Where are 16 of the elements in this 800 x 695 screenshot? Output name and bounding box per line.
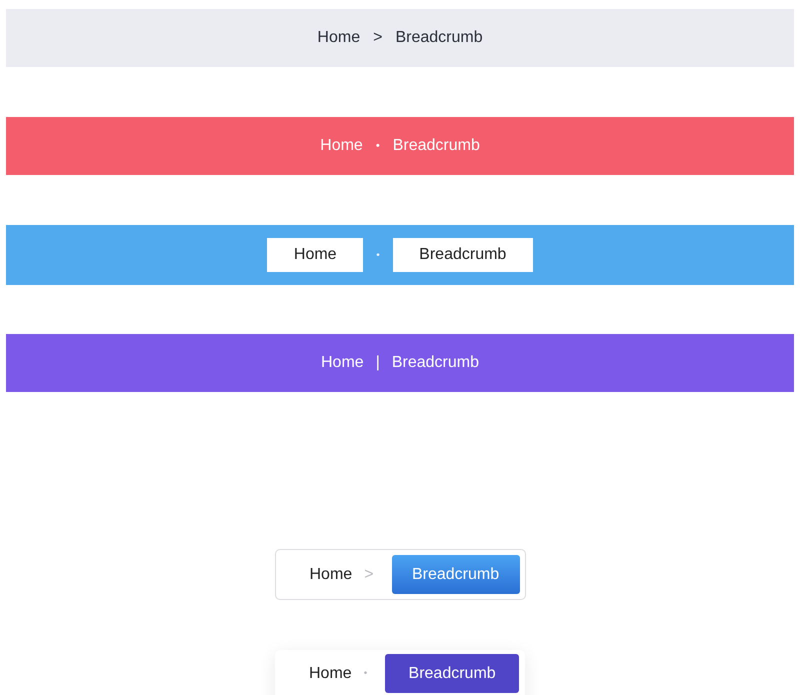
breadcrumb-separator: • — [376, 248, 380, 262]
breadcrumb-link[interactable]: Breadcrumb — [392, 351, 479, 375]
breadcrumb-link[interactable]: Home — [321, 351, 364, 375]
breadcrumb-link[interactable]: Breadcrumb — [392, 238, 533, 272]
breadcrumb-link[interactable]: Breadcrumb — [385, 654, 519, 693]
breadcrumb-separator: | — [376, 353, 380, 373]
breadcrumb-separator: > — [373, 28, 382, 48]
breadcrumb-link[interactable]: Home — [267, 238, 364, 272]
breadcrumb-link[interactable]: Home — [310, 562, 352, 586]
breadcrumb-link[interactable]: Breadcrumb — [395, 26, 483, 50]
breadcrumb-separator: • — [376, 138, 380, 154]
breadcrumb-separator: > — [364, 564, 374, 584]
breadcrumb-link[interactable]: Home — [317, 26, 360, 50]
breadcrumb-link[interactable]: Breadcrumb — [392, 555, 520, 594]
breadcrumb-separator: • — [364, 667, 368, 681]
breadcrumb-link[interactable]: Home — [309, 654, 352, 693]
